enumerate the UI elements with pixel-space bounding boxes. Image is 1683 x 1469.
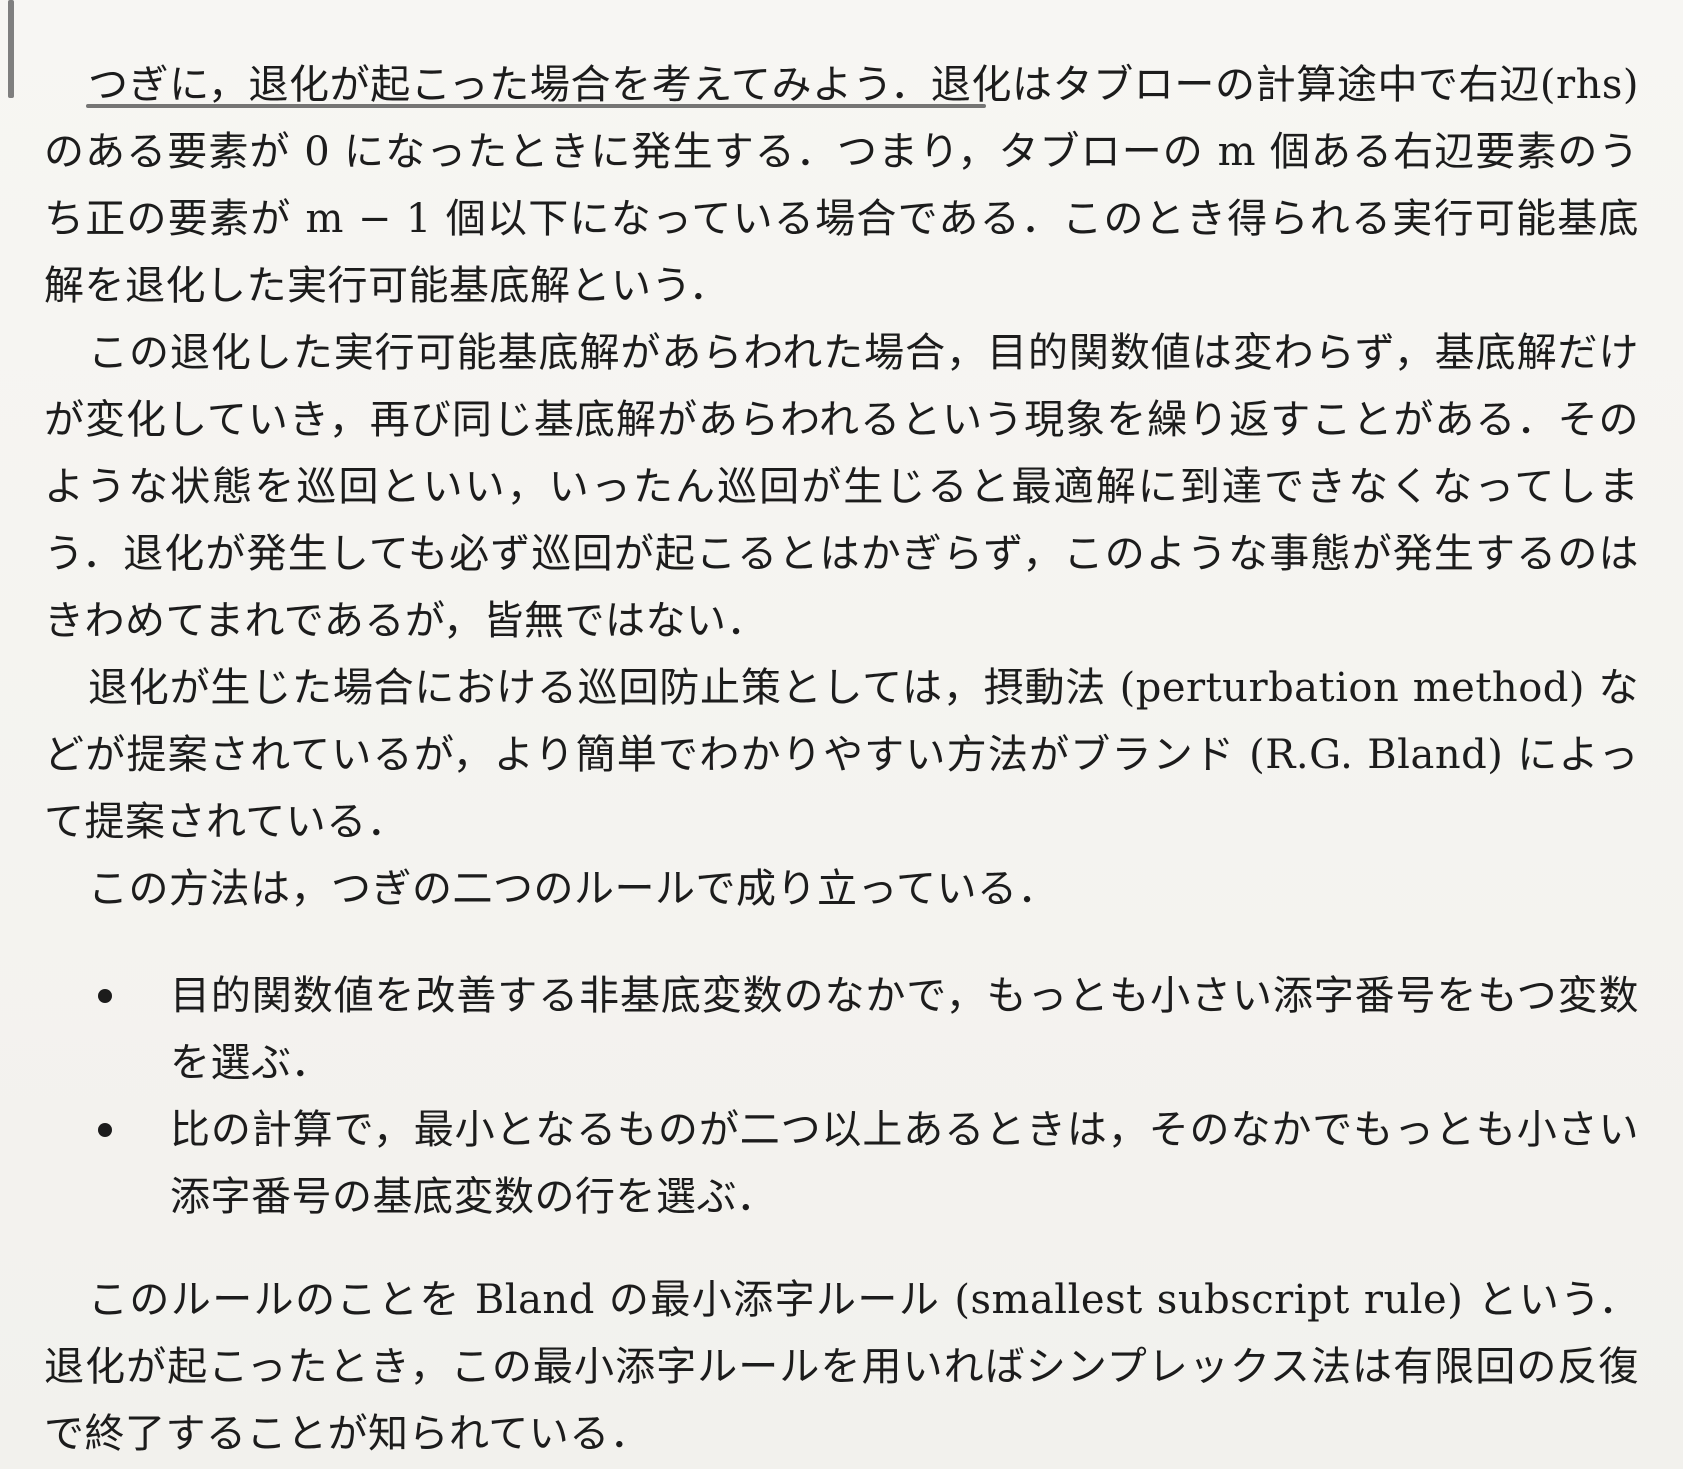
paragraph-cycling: この退化した実行可能基底解があらわれた場合，目的関数値は変わらず，基底解だけが変… — [44, 330, 1639, 644]
scanned-page: つぎに，退化が起こった場合を考えてみよう．退化はタブローの計算途中で右辺(rhs… — [0, 0, 1683, 1469]
paragraph-degeneracy: つぎに，退化が起こった場合を考えてみよう．退化はタブローの計算途中で右辺(rhs… — [44, 62, 1639, 309]
rule-text: 目的関数値を改善する非基底変数のなかで，もっとも小さい添字番号をもつ変数を選ぶ． — [170, 973, 1639, 1086]
paragraph-closing: このルールのことを Bland の最小添字ルール (smallest subsc… — [44, 1277, 1639, 1457]
rules-list: 目的関数値を改善する非基底変数のなかで，もっとも小さい添字番号をもつ変数を選ぶ．… — [44, 963, 1639, 1231]
paragraph-prevention: 退化が生じた場合における巡回防止策としては，摂動法 (perturbation … — [44, 665, 1639, 845]
rule-item: 目的関数値を改善する非基底変数のなかで，もっとも小さい添字番号をもつ変数を選ぶ． — [44, 963, 1639, 1097]
bullet-icon — [98, 1123, 112, 1137]
document-body: つぎに，退化が起こった場合を考えてみよう．退化はタブローの計算途中で右辺(rhs… — [44, 52, 1639, 1468]
margin-highlight-mark — [8, 0, 14, 98]
rule-text: 比の計算で，最小となるものが二つ以上あるときは，そのなかでもっとも小さい添字番号… — [170, 1107, 1639, 1220]
bullet-icon — [98, 989, 112, 1003]
rule-item: 比の計算で，最小となるものが二つ以上あるときは，そのなかでもっとも小さい添字番号… — [44, 1097, 1639, 1231]
handwritten-underline — [86, 104, 986, 108]
paragraph-rules-intro: この方法は，つぎの二つのルールで成り立っている． — [88, 866, 1058, 912]
